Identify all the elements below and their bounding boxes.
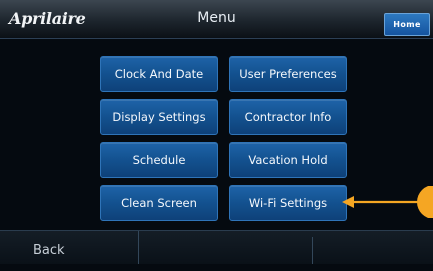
annotation-arrow <box>342 186 433 218</box>
clean-screen-button[interactable]: Clean Screen <box>100 185 218 221</box>
page-title: Menu <box>197 10 236 26</box>
wifi-settings-button[interactable]: Wi-Fi Settings <box>229 185 347 221</box>
footer-bar: Back <box>0 230 433 264</box>
back-button[interactable]: Back <box>0 231 139 264</box>
header-bar: Aprilaire Menu Home <box>0 0 433 39</box>
home-button[interactable]: Home <box>384 13 430 36</box>
contractor-info-button[interactable]: Contractor Info <box>229 99 347 135</box>
schedule-button[interactable]: Schedule <box>100 142 218 178</box>
display-settings-button[interactable]: Display Settings <box>100 99 218 135</box>
user-preferences-button[interactable]: User Preferences <box>229 56 347 92</box>
vacation-hold-button[interactable]: Vacation Hold <box>229 142 347 178</box>
footer-divider <box>312 237 313 264</box>
clock-and-date-button[interactable]: Clock And Date <box>100 56 218 92</box>
annotation-marker-icon <box>417 186 433 218</box>
